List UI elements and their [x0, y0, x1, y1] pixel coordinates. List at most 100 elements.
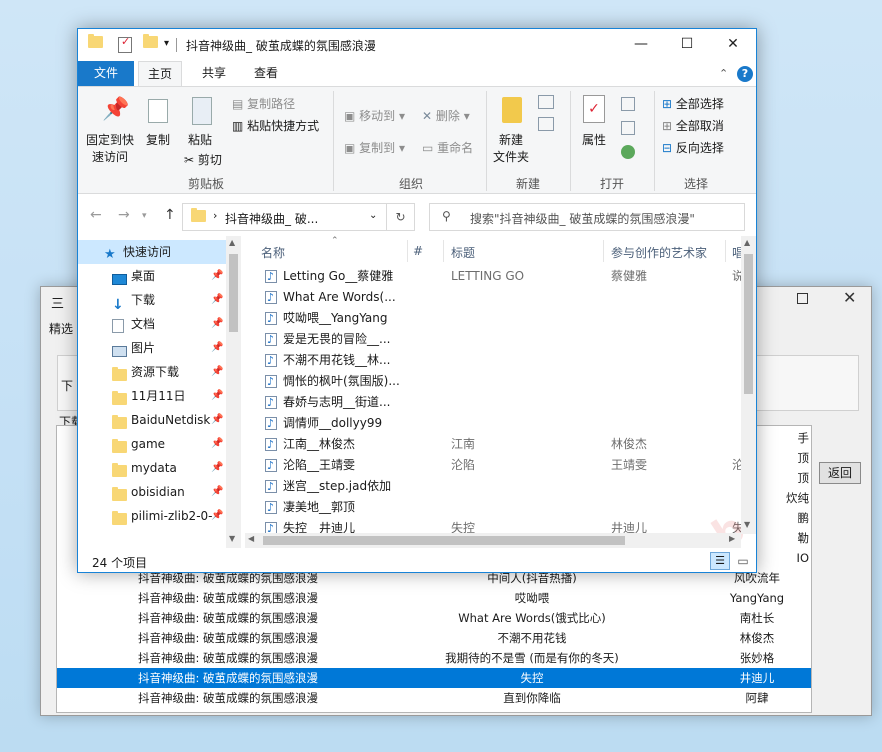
pin-icon[interactable]: 📌 [211, 336, 223, 360]
file-row[interactable]: What Are Words(... [245, 287, 735, 308]
file-row[interactable]: 春娇与志明__街道... [245, 392, 735, 413]
file-scrollbar[interactable]: ▲ ▼ [741, 236, 756, 534]
scroll-right-icon[interactable]: ▶ [729, 534, 735, 543]
nav-scrollbar[interactable]: ▲ ▼ [226, 236, 241, 548]
scroll-down-icon[interactable]: ▼ [229, 534, 235, 543]
sidebar-item[interactable]: ★ 快速访问 [78, 240, 227, 264]
list-item[interactable]: 抖音神级曲: 破茧成蝶的氛围感浪漫 哎呦喂 YangYang [57, 588, 811, 608]
tab-share[interactable]: 共享 [192, 61, 236, 86]
sidebar-item[interactable]: 文档 📌 [78, 312, 227, 336]
tab-view[interactable]: 查看 [244, 61, 288, 86]
select-none-button[interactable]: ⊞ 全部取消 [662, 117, 724, 134]
rename-button[interactable]: ▭ 重命名 [422, 139, 473, 156]
bg-close-button[interactable]: ✕ [843, 288, 856, 307]
up-arrow-icon[interactable]: ↑ [164, 207, 176, 223]
scroll-left-icon[interactable]: ◀ [248, 534, 254, 543]
sidebar-item[interactable]: 桌面 📌 [78, 264, 227, 288]
customize-toolbar-icon[interactable]: ▾ [164, 38, 169, 56]
file-row[interactable]: 爱是无畏的冒险__... [245, 329, 735, 350]
sidebar-item[interactable]: game 📌 [78, 432, 227, 456]
properties-button[interactable]: 属性 [582, 131, 606, 148]
bg-maximize-button[interactable] [797, 293, 808, 304]
file-row[interactable]: 不潮不用花钱__林... [245, 350, 735, 371]
pin-icon[interactable]: 📌 [211, 408, 223, 432]
search-input[interactable]: ⚲ 搜索"抖音神级曲_ 破茧成蝶的氛围感浪漫" [429, 203, 745, 231]
sidebar-item[interactable]: 图片 📌 [78, 336, 227, 360]
nav-scroll-thumb[interactable] [229, 254, 238, 332]
select-all-button[interactable]: ⊞ 全部选择 [662, 95, 724, 112]
pin-icon[interactable]: 📌 [211, 456, 223, 480]
invert-selection-button[interactable]: ⊟ 反向选择 [662, 139, 724, 156]
pin-quick-access-button[interactable]: 固定到快 [86, 131, 134, 148]
cut-button[interactable]: ✂ 剪切 [184, 151, 222, 168]
pin-icon[interactable]: 📌 [211, 504, 223, 528]
properties-check-icon[interactable]: ✓ [118, 35, 132, 53]
file-row[interactable]: 哎呦喂__YangYang [245, 308, 735, 329]
new-item-icon[interactable] [538, 95, 554, 109]
tab-file[interactable]: 文件 [78, 61, 134, 86]
sidebar-item[interactable]: 11月11日 📌 [78, 384, 227, 408]
paste-shortcut-button[interactable]: ▥ 粘贴快捷方式 [232, 117, 319, 134]
easy-access-icon[interactable] [538, 117, 554, 131]
file-row[interactable]: Letting Go__蔡健雅LETTING GO蔡健雅说 [245, 266, 744, 287]
open-icon[interactable] [621, 97, 635, 111]
new-folder-icon[interactable] [143, 34, 158, 54]
address-bar[interactable]: › 抖音神级曲_ 破... ⌄ [182, 203, 387, 231]
help-icon[interactable]: ? [737, 66, 753, 82]
sidebar-item[interactable]: obisidian 📌 [78, 480, 227, 504]
new-folder-button[interactable]: 新建 [499, 131, 523, 148]
pin-icon[interactable]: 📌 [211, 432, 223, 456]
delete-button[interactable]: ✕ 删除 ▾ [422, 107, 470, 124]
file-row[interactable]: 惆怅的枫叶(氛围版)... [245, 371, 735, 392]
column-header-name[interactable]: 名称 [261, 244, 285, 261]
breadcrumb[interactable]: 抖音神级曲_ 破... [225, 210, 318, 227]
horizontal-scrollbar[interactable]: ◀ ▶ [245, 533, 741, 548]
column-header-artist[interactable]: 参与创作的艺术家 [611, 244, 707, 261]
list-item[interactable]: 抖音神级曲: 破茧成蝶的氛围感浪漫 直到你降临 阿肆 [57, 688, 811, 708]
copy-button[interactable]: 复制 [146, 131, 170, 148]
file-row[interactable]: 凄美地__郭顶 [245, 497, 735, 518]
chevron-up-icon[interactable]: ⌃ [719, 67, 728, 80]
back-button[interactable]: 返回 [819, 462, 861, 484]
copy-path-button[interactable]: ▤ 复制路径 [232, 95, 295, 112]
back-arrow-icon[interactable]: ← [90, 207, 102, 223]
file-scroll-thumb[interactable] [744, 254, 753, 394]
pin-icon[interactable]: 📌 [211, 312, 223, 336]
pin-icon[interactable]: 📌 [211, 360, 223, 384]
scroll-up-icon[interactable]: ▲ [229, 238, 235, 247]
minimize-button[interactable]: — [618, 29, 664, 60]
chevron-down-icon[interactable]: ⌄ [369, 210, 377, 221]
file-row[interactable]: 迷宫__step.jad依加 [245, 476, 735, 497]
sidebar-item[interactable]: ↓ 下载 📌 [78, 288, 227, 313]
h-scroll-thumb[interactable] [263, 536, 625, 545]
paste-button[interactable]: 粘贴 [188, 131, 212, 148]
sidebar-item[interactable]: BaiduNetdisk 📌 [78, 408, 227, 432]
list-item[interactable]: 抖音神级曲: 破茧成蝶的氛围感浪漫 我期待的不是雪 (而是有你的冬天) 张妙格 [57, 648, 811, 668]
move-to-button[interactable]: ▣ 移动到 ▾ [344, 107, 405, 124]
file-row[interactable]: 沦陷__王靖雯沦陷王靖雯沦 [245, 455, 744, 476]
large-icons-view-icon[interactable]: ▭ [734, 552, 752, 570]
sidebar-item[interactable]: 资源下载 📌 [78, 360, 227, 384]
refresh-button[interactable]: ↻ [387, 203, 415, 231]
list-item[interactable]: 抖音神级曲: 破茧成蝶的氛围感浪漫 What Are Words(饿式比心) 南杜长 [57, 608, 811, 628]
sidebar-item[interactable]: mydata 📌 [78, 456, 227, 480]
list-item[interactable]: 抖音神级曲: 破茧成蝶的氛围感浪漫 失控 井迪儿 [57, 668, 811, 688]
pin-icon[interactable]: 📌 [211, 264, 223, 288]
pin-icon[interactable]: 📌 [211, 480, 223, 504]
column-header-number[interactable]: # [413, 244, 423, 258]
history-icon[interactable] [621, 145, 635, 159]
edit-icon[interactable] [621, 121, 635, 135]
pin-icon[interactable]: 📌 [211, 384, 223, 408]
file-row[interactable]: 调情师__dollyy99 [245, 413, 735, 434]
bg-menu-featured[interactable]: 精选 [49, 320, 73, 337]
recent-locations-icon[interactable]: ▾ [142, 211, 147, 221]
scroll-up-icon[interactable]: ▲ [744, 238, 750, 247]
scroll-down-icon[interactable]: ▼ [744, 520, 750, 529]
details-view-icon[interactable]: ☰ [710, 552, 730, 570]
file-row[interactable]: 江南__林俊杰 江南 林俊杰 [245, 434, 735, 455]
pin-icon[interactable]: 📌 [211, 288, 223, 312]
maximize-button[interactable]: ☐ [664, 29, 710, 60]
copy-to-button[interactable]: ▣ 复制到 ▾ [344, 139, 405, 156]
close-button[interactable]: ✕ [710, 29, 756, 60]
sidebar-item[interactable]: pilimi-zlib2-0- 📌 [78, 504, 227, 528]
